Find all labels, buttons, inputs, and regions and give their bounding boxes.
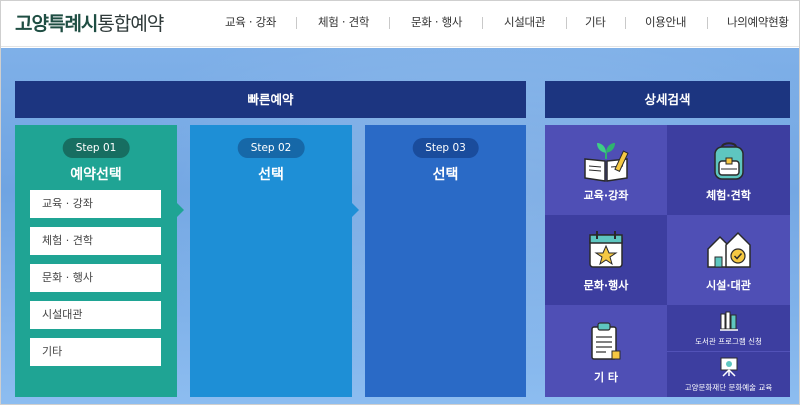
detail-cell-experience[interactable]: 체험·견학: [667, 125, 790, 215]
site-logo[interactable]: 고양특례시통합예약: [15, 9, 164, 36]
nav-separator: [389, 17, 390, 29]
step-02-panel: Step 02 선택: [190, 125, 352, 397]
detail-cell-label: 고양문화재단 문화예술 교육: [684, 383, 773, 392]
nav-item-etc[interactable]: 기타: [585, 14, 606, 30]
step-arrow-icon: [177, 203, 184, 217]
easel-icon: [720, 357, 737, 377]
detail-search-grid: 교육·강좌 체험·견학 문화·행사 시설·대관 기 타 도서관 프로그램 신청 …: [545, 125, 790, 397]
detail-cell-label: 도서관 프로그램 신청: [695, 337, 762, 346]
step-03-panel: Step 03 선택: [365, 125, 526, 397]
book-sprout-icon: [584, 143, 629, 182]
quick-reservation-title: 빠른예약: [15, 81, 526, 118]
detail-cell-library-program[interactable]: 도서관 프로그램 신청: [667, 305, 790, 351]
detail-cell-label: 기 타: [593, 371, 619, 384]
category-button-etc[interactable]: 기타: [30, 338, 161, 366]
step-01-title: 예약선택: [70, 167, 122, 183]
nav-separator: [482, 17, 483, 29]
library-books-icon: [719, 311, 738, 331]
category-button-experience[interactable]: 체험 · 견학: [30, 227, 161, 255]
nav-item-education[interactable]: 교육 · 강좌: [225, 14, 276, 30]
detail-cell-goyang-culture-education[interactable]: 고양문화재단 문화예술 교육: [667, 351, 790, 397]
clipboard-icon: [591, 322, 621, 360]
nav-separator: [296, 17, 297, 29]
nav-item-guide[interactable]: 이용안내: [645, 14, 686, 30]
step-arrow-icon: [352, 203, 359, 217]
category-button-culture[interactable]: 문화 · 행사: [30, 264, 161, 292]
nav-item-experience[interactable]: 체험 · 견학: [318, 14, 369, 30]
step-02-badge: Step 02: [237, 138, 305, 158]
page-frame: 고양특례시통합예약 교육 · 강좌 체험 · 견학 문화 · 행사 시설대관 기…: [0, 0, 800, 405]
buildings-check-icon: [706, 231, 751, 268]
step-01-panel: Step 01 예약선택 교육 · 강좌 체험 · 견학 문화 · 행사 시설대…: [15, 125, 177, 397]
backpack-icon: [713, 142, 744, 180]
detail-cell-label: 체험·견학: [706, 189, 751, 202]
logo-city: 고양특례시: [15, 13, 98, 35]
step-02-title: 선택: [258, 167, 284, 183]
nav-item-facility[interactable]: 시설대관: [504, 14, 545, 30]
step-03-badge: Step 03: [412, 138, 479, 158]
nav-item-my-reservations[interactable]: 나의예약현황: [727, 14, 789, 30]
site-header: 고양특례시통합예약 교육 · 강좌 체험 · 견학 문화 · 행사 시설대관 기…: [1, 1, 799, 47]
main-nav: 교육 · 강좌 체험 · 견학 문화 · 행사 시설대관 기타 이용안내 나의예…: [211, 1, 799, 47]
nav-separator: [566, 17, 567, 29]
detail-search-title: 상세검색: [545, 81, 790, 118]
step-03-title: 선택: [432, 167, 459, 183]
category-button-education[interactable]: 교육 · 강좌: [30, 190, 161, 218]
detail-cell-culture[interactable]: 문화·행사: [545, 215, 667, 305]
nav-item-culture[interactable]: 문화 · 행사: [411, 14, 462, 30]
detail-cell-label: 시설·대관: [706, 279, 751, 292]
nav-separator: [625, 17, 626, 29]
logo-service: 통합예약: [97, 13, 164, 35]
detail-cell-facility[interactable]: 시설·대관: [667, 215, 790, 305]
nav-separator: [707, 17, 708, 29]
detail-cell-etc[interactable]: 기 타: [545, 305, 667, 397]
category-button-facility[interactable]: 시설대관: [30, 301, 161, 329]
detail-cell-label: 문화·행사: [583, 279, 629, 292]
step-01-badge: Step 01: [62, 138, 130, 158]
detail-cell-label: 교육·강좌: [583, 189, 629, 202]
detail-cell-education[interactable]: 교육·강좌: [545, 125, 667, 215]
calendar-star-icon: [589, 231, 623, 268]
